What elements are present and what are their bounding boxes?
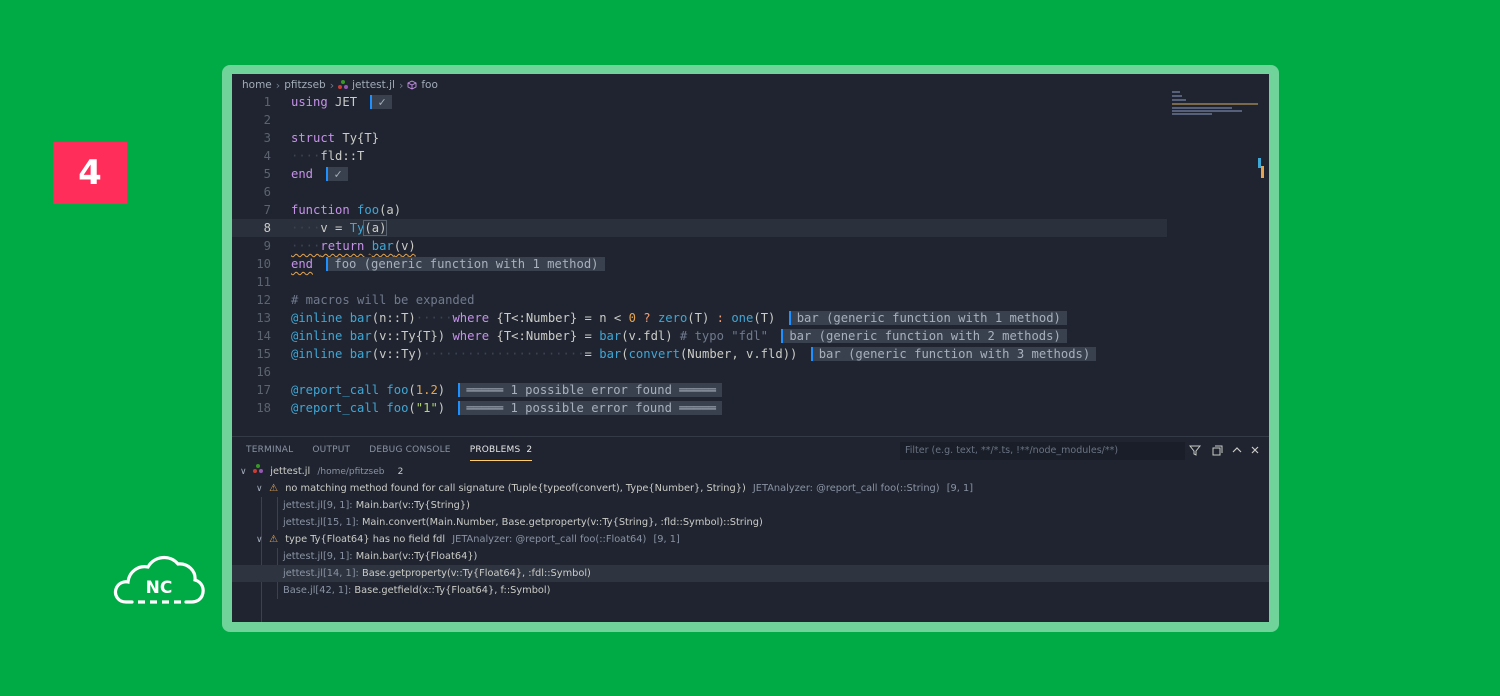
file-problem-count: 2	[397, 467, 404, 477]
tab-problems[interactable]: PROBLEMS 2	[469, 445, 533, 461]
inline-result-hint: ✓	[370, 95, 392, 109]
bottom-panel: TERMINAL OUTPUT DEBUG CONSOLE PROBLEMS 2 …	[232, 436, 1269, 622]
code-line[interactable]: 3 struct Ty{T}	[232, 129, 1167, 147]
breadcrumb-user[interactable]: pfitzseb	[284, 79, 326, 91]
chevron-right-icon: ›	[398, 78, 404, 92]
warning-icon: ⚠	[269, 483, 279, 494]
related-info-row[interactable]: Base.jl[42, 1]: Base.getfield(x::Ty{Floa…	[232, 582, 1269, 599]
breadcrumb-home[interactable]: home	[242, 79, 272, 91]
inline-result-hint: ✓	[326, 167, 348, 181]
code-line[interactable]: 2	[232, 111, 1167, 129]
julia-file-icon	[253, 464, 264, 474]
editor-window: home › pfitzseb › jettest.jl › foo 1 usin…	[232, 74, 1269, 622]
code-line[interactable]: 18 @report_call foo("1") ═════ 1 possible…	[232, 399, 1167, 417]
chevron-down-icon: ∨	[256, 535, 263, 545]
tab-terminal[interactable]: TERMINAL	[246, 445, 293, 461]
warning-icon: ⚠	[269, 534, 279, 545]
code-line[interactable]: 10 end foo (generic function with 1 metho…	[232, 255, 1167, 273]
inline-result-hint: foo (generic function with 1 method)	[326, 257, 605, 271]
related-info-row[interactable]: jettest.jl[15, 1]: Main.convert(Main.Num…	[232, 514, 1269, 531]
code-line[interactable]: 1 using JET ✓	[232, 93, 1167, 111]
breadcrumb-file[interactable]: jettest.jl	[352, 79, 395, 91]
chevron-right-icon: ›	[275, 78, 281, 92]
problem-row[interactable]: ∨ ⚠ type Ty{Float64} has no field fdl JE…	[232, 531, 1269, 548]
step-badge: 4	[53, 142, 127, 204]
problems-count: 2	[526, 445, 533, 455]
code-line[interactable]: 4 ····fld::T	[232, 147, 1167, 165]
inline-error-hint: ═════ 1 possible error found ═════	[458, 383, 722, 397]
tab-debug-console[interactable]: DEBUG CONSOLE	[369, 445, 450, 461]
tab-output[interactable]: OUTPUT	[312, 445, 350, 461]
chevron-right-icon: ›	[329, 78, 335, 92]
code-line[interactable]: 7 function foo(a)	[232, 201, 1167, 219]
chevron-down-icon: ∨	[240, 467, 247, 477]
svg-text:NC: NC	[146, 578, 173, 598]
related-info-row[interactable]: jettest.jl[9, 1]: Main.bar(v::Ty{Float64…	[232, 548, 1269, 565]
collapse-all-icon[interactable]	[1210, 443, 1224, 457]
inline-error-hint: ═════ 1 possible error found ═════	[458, 401, 722, 415]
code-line[interactable]: 17 @report_call foo(1.2) ═════ 1 possible…	[232, 381, 1167, 399]
problems-file-row[interactable]: ∨ jettest.jl /home/pfitzseb 2	[232, 463, 1269, 480]
code-line[interactable]: 9 ····return bar(v)	[232, 237, 1167, 255]
code-line[interactable]: 15 @inline bar(v::Ty)····················…	[232, 345, 1167, 363]
code-line[interactable]: 16	[232, 363, 1167, 381]
scrollbar-overview[interactable]	[1258, 158, 1264, 180]
panel-tabs: TERMINAL OUTPUT DEBUG CONSOLE PROBLEMS 2	[246, 445, 533, 461]
code-editor[interactable]: 1 using JET ✓ 2 3 struct Ty{T} 4 ····fld::T…	[232, 93, 1192, 438]
code-line[interactable]: 5 end ✓	[232, 165, 1167, 183]
minimap[interactable]	[1172, 91, 1262, 151]
chevron-up-icon[interactable]	[1230, 443, 1244, 457]
problems-filter-input[interactable]: Filter (e.g. text, **/*.ts, !**/node_mod…	[900, 442, 1185, 460]
inline-result-hint: bar (generic function with 1 method)	[788, 311, 1067, 325]
breadcrumb-symbol[interactable]: foo	[421, 79, 438, 91]
julia-file-icon	[338, 80, 349, 90]
code-line[interactable]: 13 @inline bar(n::T)·····where {T<:Number…	[232, 309, 1167, 327]
code-line[interactable]: 11	[232, 273, 1167, 291]
breadcrumb: home › pfitzseb › jettest.jl › foo	[242, 77, 438, 93]
close-icon[interactable]	[1248, 443, 1262, 457]
nc-cloud-logo: NC	[113, 556, 205, 604]
inline-result-hint: bar (generic function with 2 methods)	[781, 329, 1067, 343]
code-line-current[interactable]: 8 ····v = Ty(a)	[232, 219, 1167, 237]
cube-symbol-icon	[407, 80, 417, 90]
filter-icon[interactable]	[1188, 443, 1202, 457]
inline-result-hint: bar (generic function with 3 methods)	[810, 347, 1097, 361]
problem-row[interactable]: ∨ ⚠ no matching method found for call si…	[232, 480, 1269, 497]
chevron-down-icon: ∨	[256, 484, 263, 494]
related-info-row-selected[interactable]: jettest.jl[14, 1]: Base.getproperty(v::T…	[232, 565, 1269, 582]
related-info-row[interactable]: jettest.jl[9, 1]: Main.bar(v::Ty{String}…	[232, 497, 1269, 514]
code-line[interactable]: 12 # macros will be expanded	[232, 291, 1167, 309]
code-line[interactable]: 14 @inline bar(v::Ty{T}) where {T<:Number…	[232, 327, 1167, 345]
code-line[interactable]: 6	[232, 183, 1167, 201]
